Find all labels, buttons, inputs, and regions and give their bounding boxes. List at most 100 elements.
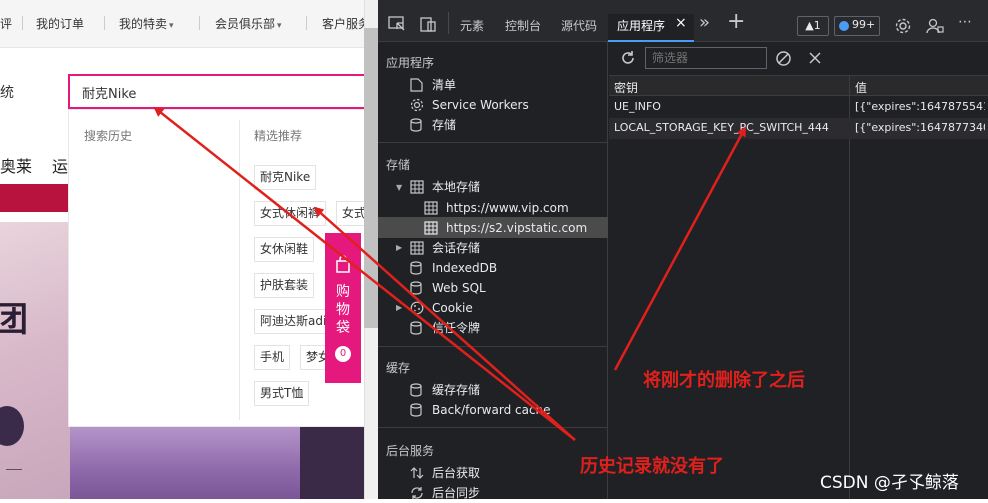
search-box[interactable] [68,74,368,109]
search-input[interactable] [82,83,352,101]
expanded-arrow-icon[interactable]: ▼ [396,183,402,192]
grid-icon [424,221,438,235]
toolbar-divider [448,12,449,34]
sidebar-item-label: 存储 [432,118,457,132]
sidebar-item-label: Cookie [432,301,473,315]
sidebar-item-label: IndexedDB [432,261,498,275]
sidebar-item-label: 清单 [432,78,457,92]
cart-count-badge: 0 [335,346,351,362]
recommend-chip[interactable]: 护肤套装 [254,273,315,298]
issues-count: 99+ [852,18,876,31]
filter-box[interactable] [645,47,767,69]
customize-icon[interactable] [926,17,944,35]
device-toolbar-icon[interactable] [420,15,438,33]
up-down-arrows-icon [410,467,424,479]
top-navigation-bar: 评 我的订单 我的特卖 ▾ 会员俱乐部 ▾ 客户服务 [0,0,370,48]
warnings-badge[interactable]: ▲1 [797,16,829,36]
tab-application[interactable]: 应用程序 [617,17,665,34]
more-tabs-icon[interactable]: » [699,12,710,33]
recommend-chip[interactable]: 女式休闲裤 [254,201,327,226]
chevron-down-icon: ▾ [277,21,282,31]
search-suggestion-dropdown: 搜索历史 精选推荐 耐克Nike 女式休闲裤 女式 女休闲鞋 护肤套装 阿迪达斯… [68,109,369,427]
shopping-cart-sidebar[interactable]: 购物袋 0 [325,233,361,383]
refresh-icon[interactable] [619,49,637,67]
sidebar-item-label: 后台获取 [432,466,481,480]
banner-text-fragment: 团 [0,300,28,340]
application-sidebar: 应用程序 清单 Service Workers 存储 存储 ▼ 本地存储 htt… [378,42,608,500]
sidebar-item-label: 信任令牌 [432,321,481,335]
gear-icon[interactable] [894,17,912,35]
table-row[interactable]: LOCAL_STORAGE_KEY_PC_SWITCH_444 [{"expir… [609,118,988,139]
delete-selected-icon[interactable] [808,51,822,65]
table-header-row: 密钥 值 [609,75,988,96]
cell-value: [{"expires":16478755410... [855,100,985,113]
issues-badge[interactable]: 99+ [834,16,880,36]
recommend-chip[interactable]: 女休闲鞋 [254,237,315,262]
cell-key: UE_INFO [614,100,661,113]
sidebar-item-label: 缓存存储 [432,383,481,397]
database-icon [410,281,422,295]
category-link[interactable]: 运 [52,153,68,177]
recommend-chip[interactable]: 男式T恤 [254,381,310,406]
grid-icon [424,201,438,215]
tab-sources[interactable]: 源代码 [561,17,597,34]
recommend-chip[interactable]: 耐克Nike [254,165,317,190]
recommend-chip[interactable]: 梦女 [300,345,326,370]
recommend-chip[interactable]: 阿迪达斯adi [254,309,326,334]
logo-text-fragment: 统 [0,85,14,101]
nav-divider [306,16,307,30]
table-row[interactable]: UE_INFO [{"expires":16478755410... [609,97,988,118]
cell-value: [{"expires":16478773406... [855,121,985,134]
section-title-cache: 缓存 [386,361,411,375]
cart-label: 购物袋 [336,284,350,336]
sidebar-item-label: 后台同步 [432,486,481,500]
collapsed-arrow-icon[interactable]: ▶ [396,243,402,252]
database-icon [410,261,422,275]
filter-input[interactable] [652,50,762,66]
collapsed-arrow-icon[interactable]: ▶ [396,303,402,312]
issues-icon [839,21,849,31]
chevron-down-icon: ▾ [169,21,174,31]
nav-item-my-orders[interactable]: 我的订单 [36,15,84,32]
nav-item-my-deals[interactable]: 我的特卖 ▾ [119,15,174,32]
page-scrollbar-thumb[interactable] [364,28,378,328]
annotation-after-delete: 将刚才的删除了之后 [643,370,805,391]
more-options-icon[interactable]: ⋯ [958,14,973,30]
inspect-element-icon[interactable] [388,16,406,32]
section-title-application: 应用程序 [386,56,435,70]
sidebar-item-label: 会话存储 [432,241,481,255]
sidebar-item-label: Web SQL [432,281,486,295]
cell-key: LOCAL_STORAGE_KEY_PC_SWITCH_444 [614,121,829,134]
nav-item-member-club[interactable]: 会员俱乐部 ▾ [215,15,282,32]
clear-all-icon[interactable] [775,50,792,67]
nav-item-fragment[interactable]: 评 [0,15,12,32]
sidebar-item-label: https://s2.vipstatic.com [446,221,588,235]
devtools-toolbar: 元素 控制台 源代码 应用程序 × » + ▲1 99+ ⋯ [378,0,988,42]
tab-elements[interactable]: 元素 [460,17,484,34]
banner-carousel-button[interactable] [0,406,24,446]
column-header-value[interactable]: 值 [855,79,867,96]
gear-icon [410,98,424,112]
storage-table-panel: 密钥 值 UE_INFO [{"expires":16478755410... … [609,42,988,499]
tab-console[interactable]: 控制台 [505,17,541,34]
close-tab-icon[interactable]: × [675,15,687,31]
section-divider [378,427,608,428]
nav-item-customer-service[interactable]: 客户服务 [322,15,370,32]
add-tab-icon[interactable]: + [727,9,745,34]
search-history-title: 搜索历史 [84,129,133,143]
promo-image-shadow [300,426,364,499]
shopping-bag-icon [336,255,350,273]
section-divider [378,142,608,143]
database-icon [410,118,422,132]
annotation-history-gone: 历史记录就没有了 [580,456,724,477]
sidebar-item-label: 本地存储 [432,180,481,194]
column-header-key[interactable]: 密钥 [614,79,638,96]
sidebar-item-label: Service Workers [432,98,529,112]
sync-icon [411,487,423,499]
recommend-chip[interactable]: 手机 [254,345,291,370]
category-link[interactable]: 奥莱 [0,153,32,177]
cookie-icon [410,301,424,315]
website-viewport: 评 我的订单 我的特卖▾ 会员俱乐部▾ 客户服务 统 奥莱 运 团 搜索历史 精… [0,0,378,499]
nav-divider [199,16,200,30]
nav-item-member-club-label: 会员俱乐部 [215,17,276,31]
